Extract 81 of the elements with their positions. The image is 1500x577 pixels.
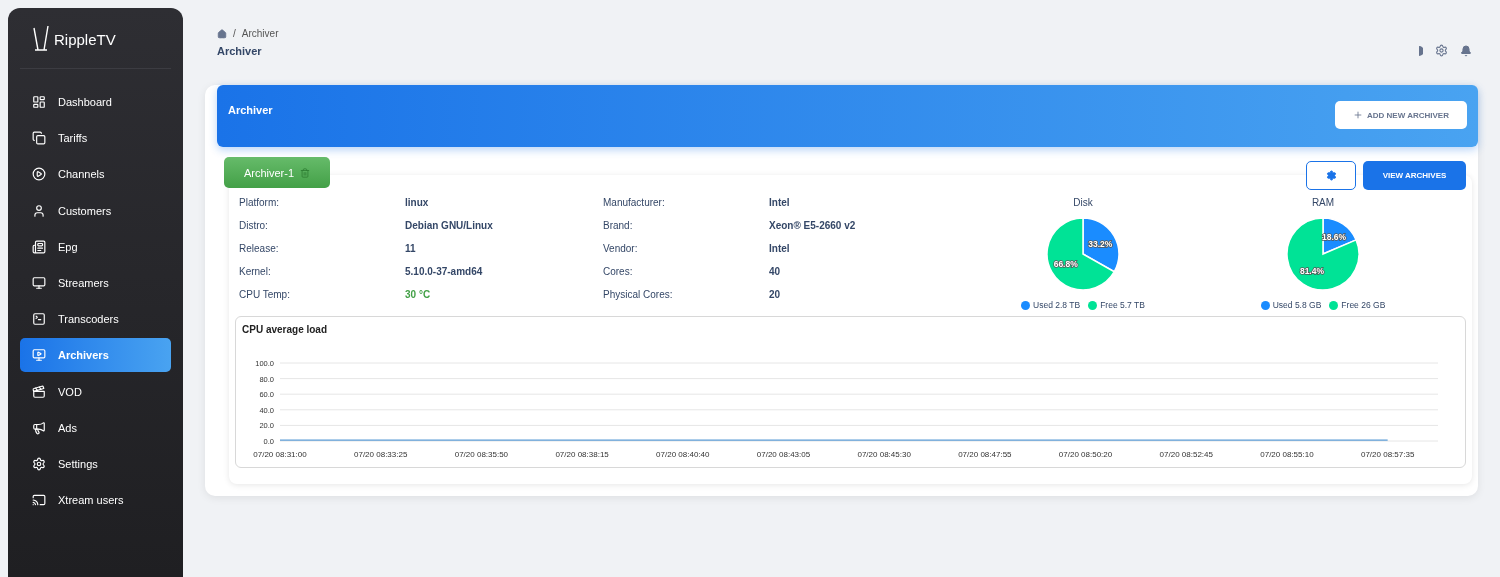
axis-label: 07/20 08:45:30 bbox=[857, 450, 911, 459]
chart-title: RAM bbox=[1311, 197, 1335, 208]
spec-label: Physical Cores: bbox=[603, 289, 674, 303]
spec-value: linux bbox=[405, 197, 430, 210]
spec-value: Intel bbox=[769, 243, 791, 257]
spec-value: Debian GNU/Linux bbox=[405, 220, 494, 234]
page-title: Archiver bbox=[217, 45, 263, 57]
slice-label: 81.4% bbox=[1299, 265, 1324, 276]
sidebar-item[interactable]: Streamers bbox=[20, 265, 171, 300]
sidebar-item[interactable]: Xtream users bbox=[20, 483, 171, 518]
panel-title: Archiver bbox=[228, 104, 273, 116]
home-icon[interactable] bbox=[217, 28, 227, 39]
menu-icon bbox=[32, 95, 46, 109]
axis-label: 07/20 08:57:35 bbox=[1360, 450, 1415, 459]
axis-label: 07/20 08:38:15 bbox=[555, 450, 609, 459]
menu-icon bbox=[32, 312, 46, 327]
slice-label: 66.8% bbox=[1053, 259, 1078, 270]
menu-icon bbox=[32, 275, 46, 290]
view-archives-button[interactable]: VIEW ARCHIVES bbox=[1363, 161, 1466, 190]
axis-label: 07/20 08:47:55 bbox=[958, 450, 1012, 459]
sidebar-item[interactable]: Epg bbox=[20, 229, 171, 264]
spec-label: Platform: bbox=[239, 197, 280, 210]
slice-label: 33.2% bbox=[1088, 238, 1113, 249]
spec-label: Manufacturer: bbox=[603, 197, 666, 210]
antenna-icon bbox=[32, 26, 50, 52]
spec-value: 40 bbox=[769, 266, 782, 280]
axis-label: 07/20 08:52:45 bbox=[1159, 450, 1213, 459]
menu-icon bbox=[32, 493, 46, 508]
sidebar-item[interactable]: Channels bbox=[20, 157, 171, 192]
chart-title: CPU average load bbox=[242, 324, 328, 335]
menu-icon bbox=[32, 456, 46, 471]
chart-title: Disk bbox=[1073, 197, 1093, 208]
menu-icon bbox=[32, 167, 46, 182]
sidebar-item[interactable]: Customers bbox=[20, 193, 171, 228]
settings-button[interactable] bbox=[1306, 161, 1356, 190]
axis-label: 07/20 08:35:50 bbox=[454, 450, 509, 459]
spec-label: Brand: bbox=[603, 220, 634, 234]
settings-icon[interactable] bbox=[1435, 44, 1448, 57]
spec-value: Intel bbox=[769, 197, 791, 210]
legend-item: Used 5.8 GB bbox=[1260, 300, 1322, 310]
sidebar-item[interactable]: Settings bbox=[20, 446, 171, 481]
legend-item: Free 5.7 TB bbox=[1088, 300, 1145, 310]
spec-value: 20 bbox=[769, 289, 782, 303]
spec-label: Cores: bbox=[603, 266, 634, 280]
legend-item: Used 2.8 TB bbox=[1021, 300, 1081, 310]
axis-label: 07/20 08:55:10 bbox=[1260, 450, 1314, 459]
trash-icon bbox=[300, 167, 311, 178]
plus-icon bbox=[1353, 110, 1364, 120]
breadcrumb-item: Archiver bbox=[241, 28, 279, 39]
axis-label: 07/20 08:31:00 bbox=[253, 450, 307, 459]
gear-icon bbox=[1325, 170, 1337, 181]
spec-value: Xeon® E5-2660 v2 bbox=[769, 220, 857, 234]
breadcrumb-separator: / bbox=[233, 28, 236, 39]
sidebar-item[interactable]: Ads bbox=[20, 410, 171, 445]
sidebar-item[interactable]: Tariffs bbox=[20, 121, 171, 156]
spec-value: 11 bbox=[405, 243, 417, 257]
spec-label: Release: bbox=[239, 243, 280, 257]
sidebar-item[interactable]: Transcoders bbox=[20, 302, 171, 337]
legend-item: Free 26 GB bbox=[1329, 300, 1386, 310]
menu-icon bbox=[32, 384, 46, 399]
menu-icon bbox=[32, 239, 46, 254]
add-button[interactable]: ADD NEW ARCHIVER bbox=[1335, 101, 1467, 129]
axis-label: 07/20 08:50:20 bbox=[1058, 450, 1113, 459]
sidebar-item[interactable]: Archivers bbox=[20, 338, 171, 373]
menu-icon bbox=[32, 348, 46, 363]
spec-label: CPU Temp: bbox=[239, 289, 291, 303]
spec-label: Kernel: bbox=[239, 266, 272, 280]
axis-label: 07/20 08:40:40 bbox=[656, 450, 710, 459]
sidebar-item[interactable]: Dashboard bbox=[20, 85, 171, 119]
spec-label: Distro: bbox=[239, 220, 269, 234]
spec-label: Vendor: bbox=[603, 243, 639, 257]
sidebar-item[interactable]: VOD bbox=[20, 374, 171, 409]
spec-value: 5.10.0-37-amd64 bbox=[405, 266, 484, 280]
menu-icon bbox=[32, 131, 46, 146]
menu-icon bbox=[32, 420, 46, 435]
logo-text: RippleTV bbox=[54, 30, 116, 48]
axis-label: 07/20 08:33:25 bbox=[354, 450, 408, 459]
axis-label: 07/20 08:43:05 bbox=[756, 450, 811, 459]
menu-icon bbox=[32, 203, 46, 218]
spec-value: 30 °C bbox=[405, 289, 432, 303]
bell-icon[interactable] bbox=[1460, 44, 1472, 57]
